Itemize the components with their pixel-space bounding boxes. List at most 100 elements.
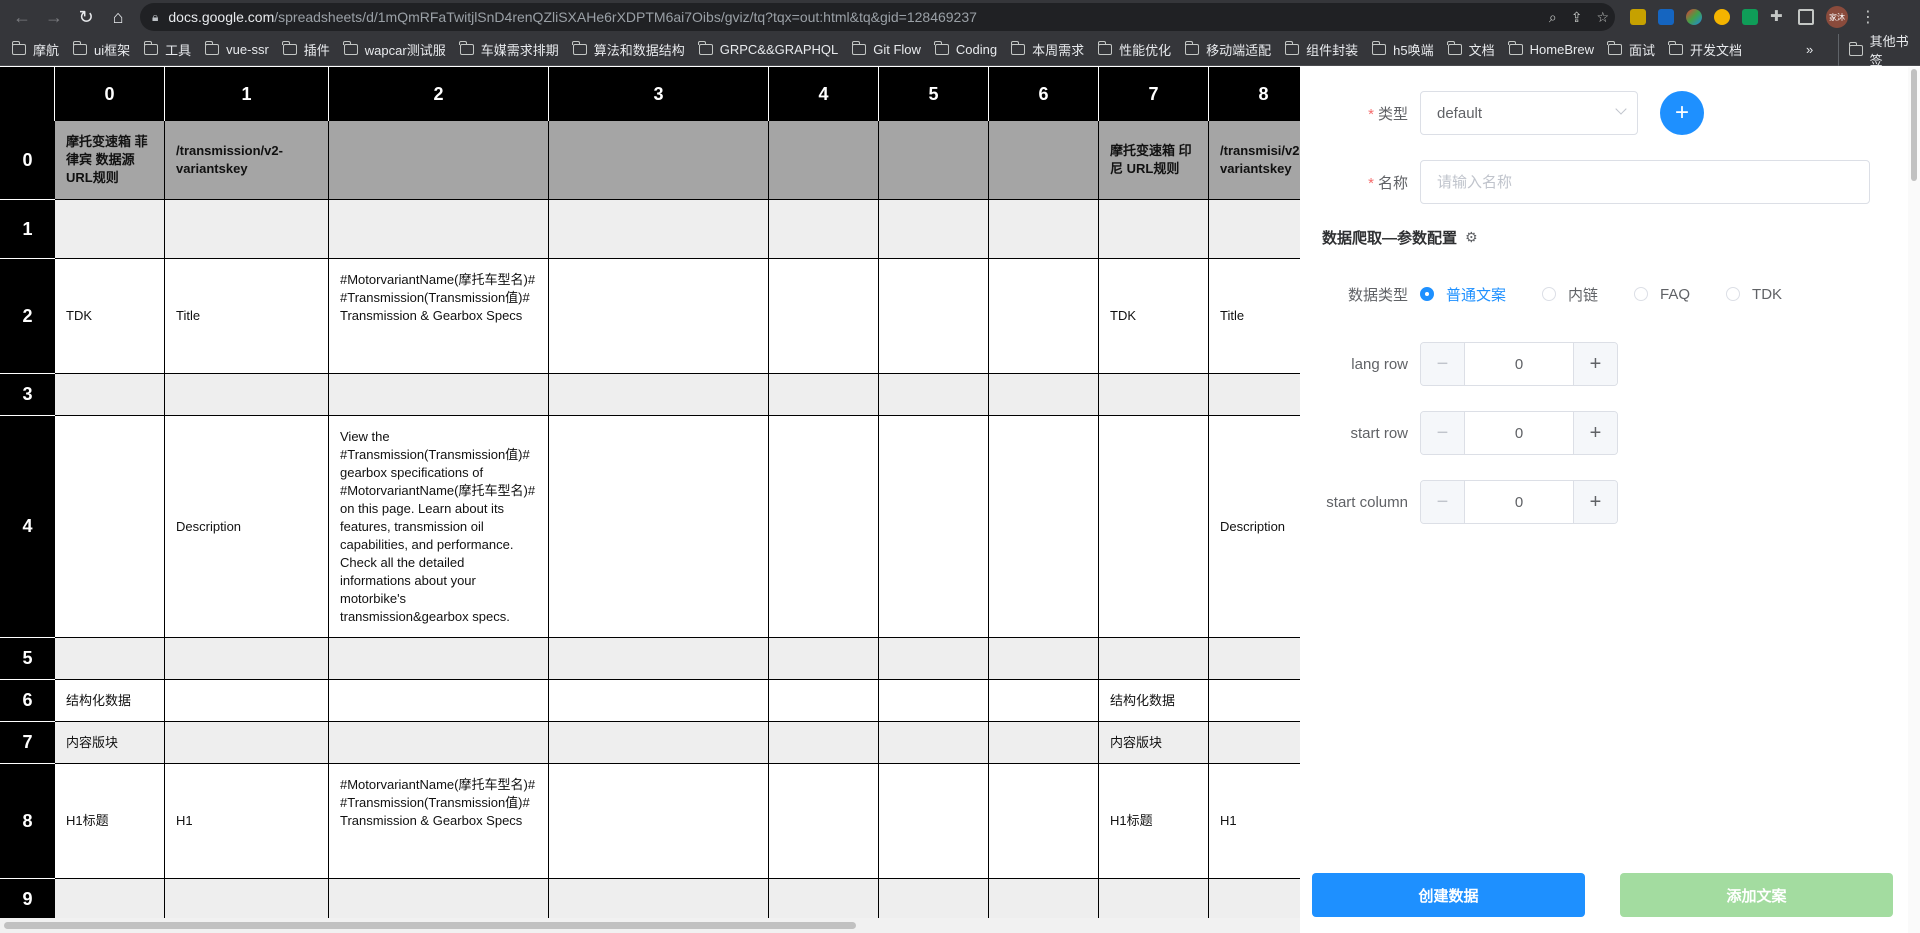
table-cell (879, 638, 989, 680)
start-column-label: start column (1326, 493, 1408, 511)
extension-icon[interactable] (1714, 9, 1730, 25)
zoom-icon[interactable]: ⌕ (1549, 9, 1557, 26)
bookmark-item[interactable]: 组件封装 (1284, 40, 1358, 59)
bookmark-item[interactable]: 开发文档 (1668, 40, 1742, 59)
bookmark-item[interactable]: Git Flow (851, 41, 921, 57)
lang-row-value[interactable]: 0 (1465, 343, 1573, 385)
bookmark-item[interactable]: Coding (934, 41, 997, 57)
folder-icon (851, 41, 867, 55)
other-bookmarks[interactable]: 其他书签 (1838, 34, 1920, 68)
bookmark-label: GRPC&&GRAPHQL (719, 42, 839, 57)
lock-icon: 🔒︎ (152, 9, 159, 24)
table-cell (1099, 638, 1209, 680)
profile-avatar[interactable]: 家沐 (1826, 6, 1848, 28)
menu-kebab-icon[interactable]: ⋮ (1860, 7, 1876, 27)
name-input[interactable] (1437, 173, 1853, 191)
vertical-scrollbar[interactable] (1908, 67, 1920, 933)
table-cell: Title (1209, 259, 1300, 374)
forward-arrow-icon[interactable]: → (40, 3, 68, 31)
table-cell (1209, 879, 1300, 918)
bookmark-label: HomeBrew (1529, 42, 1594, 57)
bookmark-item[interactable]: 插件 (282, 40, 330, 59)
decrement-button[interactable]: − (1421, 481, 1465, 523)
radio-data-type-plain-text[interactable]: 普通文案 (1420, 284, 1506, 305)
table-cell: H1标题 (55, 764, 165, 879)
table-cell (165, 638, 329, 680)
bookmark-item[interactable]: 性能优化 (1097, 40, 1171, 59)
increment-button[interactable]: + (1573, 412, 1617, 454)
radio-dot (1726, 287, 1741, 301)
home-icon[interactable]: ⌂ (104, 3, 132, 31)
table-cell (329, 680, 549, 722)
start-row-stepper[interactable]: − 0 + (1420, 411, 1618, 455)
scrollbar-thumb[interactable] (4, 922, 856, 929)
radio-data-type-faq[interactable]: FAQ (1634, 286, 1690, 303)
radio-dot (1420, 287, 1434, 301)
increment-button[interactable]: + (1573, 481, 1617, 523)
add-type-button[interactable]: + (1660, 91, 1704, 135)
table-cell (549, 200, 769, 259)
bookmark-item[interactable]: h5唤端 (1371, 40, 1434, 59)
table-cell (879, 121, 989, 200)
bookmark-item[interactable]: 移动端适配 (1184, 40, 1271, 59)
table-cell (1209, 722, 1300, 764)
decrement-button[interactable]: − (1421, 343, 1465, 385)
extension-icon[interactable] (1686, 9, 1702, 25)
lang-row-stepper[interactable]: − 0 + (1420, 342, 1618, 386)
bookmark-item[interactable]: 工具 (143, 40, 192, 59)
side-panel-icon[interactable] (1798, 9, 1814, 25)
table-cell (989, 879, 1099, 918)
bookmark-item[interactable]: wapcar测试服 (343, 40, 446, 59)
table-cell (1099, 374, 1209, 416)
share-icon[interactable]: ⇪ (1571, 9, 1583, 26)
bookmark-item[interactable]: 本周需求 (1010, 40, 1084, 59)
table-cell (549, 680, 769, 722)
back-arrow-icon[interactable]: ← (8, 3, 36, 31)
extension-icon[interactable] (1658, 9, 1674, 25)
horizontal-scrollbar[interactable] (0, 918, 1300, 933)
plus-icon: + (1674, 99, 1689, 126)
data-type-label: 数据类型 (1347, 286, 1408, 304)
folder-icon (572, 41, 587, 55)
bookmark-item[interactable]: vue-ssr (204, 41, 269, 57)
sheets-extension-icon[interactable] (1742, 9, 1758, 25)
gear-icon[interactable]: ⚙ (1465, 229, 1478, 246)
start-row-value[interactable]: 0 (1465, 412, 1573, 454)
table-cell (55, 879, 165, 918)
bookmark-item[interactable]: ui框架 (72, 40, 130, 59)
scrollbar-thumb[interactable] (1911, 69, 1917, 181)
bookmark-item[interactable]: GRPC&&GRAPHQL (698, 41, 839, 57)
table-cell (55, 374, 165, 416)
type-select[interactable]: default (1420, 91, 1638, 135)
add-copy-button[interactable]: 添加文案 (1620, 873, 1893, 917)
type-form-row: * 类型 default + (1300, 91, 1704, 135)
bookmark-item[interactable]: 摩航 (11, 40, 59, 59)
decrement-button[interactable]: − (1421, 412, 1465, 454)
table-cell: 结构化数据 (55, 680, 165, 722)
radio-dot (1634, 287, 1649, 301)
increment-button[interactable]: + (1573, 343, 1617, 385)
column-header: 4 (769, 67, 879, 121)
puzzle-icon[interactable]: ✚ (1770, 9, 1786, 25)
radio-data-type-tdk[interactable]: TDK (1726, 286, 1782, 303)
reload-icon[interactable]: ↻ (72, 3, 100, 31)
address-bar[interactable]: 🔒︎ docs.google.com/spreadsheets/d/1mQmRF… (140, 3, 1615, 31)
bookmark-item[interactable]: HomeBrew (1508, 41, 1594, 57)
bookmarks-overflow-chevron-icon[interactable]: » (1806, 42, 1813, 57)
bookmark-item[interactable]: 面试 (1607, 40, 1655, 59)
table-cell: Title (165, 259, 329, 374)
start-column-stepper[interactable]: − 0 + (1420, 480, 1618, 524)
start-column-value[interactable]: 0 (1465, 481, 1573, 523)
bookmark-item[interactable]: 算法和数据结构 (572, 40, 685, 59)
name-field[interactable] (1420, 160, 1870, 204)
bookmark-item[interactable]: 文档 (1447, 40, 1495, 59)
bookmark-star-icon[interactable]: ☆ (1596, 9, 1609, 26)
create-data-button[interactable]: 创建数据 (1312, 873, 1585, 917)
radio-data-type-internal-link[interactable]: 内链 (1542, 284, 1598, 305)
table-cell: 内容版块 (1099, 722, 1209, 764)
extension-icon[interactable] (1630, 9, 1646, 25)
table-cell: TDK (1099, 259, 1209, 374)
bookmark-item[interactable]: 车媒需求排期 (459, 40, 559, 59)
table-cell (989, 638, 1099, 680)
bookmark-label: 工具 (165, 43, 192, 58)
